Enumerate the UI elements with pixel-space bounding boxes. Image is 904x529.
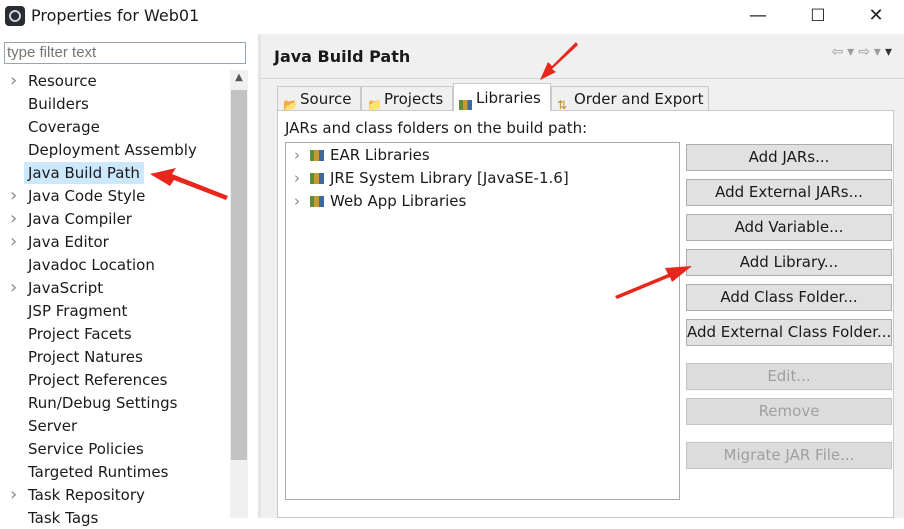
libraries-panel: JARs and class folders on the build path… xyxy=(277,110,894,518)
expand-chevron-icon[interactable]: › xyxy=(10,231,17,253)
nav-item[interactable]: Builders xyxy=(28,93,89,115)
scroll-up-icon[interactable]: ▲ xyxy=(230,72,248,83)
libraries-caption: JARs and class folders on the build path… xyxy=(285,119,588,137)
expand-chevron-icon[interactable]: › xyxy=(294,190,300,212)
property-nav-pane: › Resource Builders Coverage Deployment Asse… xyxy=(0,34,258,527)
nav-item[interactable]: Java Build Path xyxy=(24,162,144,184)
nav-item-label: Coverage xyxy=(28,118,100,136)
add-class-folder-button[interactable]: Add Class Folder... xyxy=(686,284,892,311)
add-library-button[interactable]: Add Library... xyxy=(686,249,892,276)
nav-item[interactable]: Project Facets xyxy=(28,323,132,345)
nav-item[interactable]: Javadoc Location xyxy=(28,254,155,276)
nav-scrollbar[interactable]: ▲ xyxy=(230,70,248,518)
libraries-list[interactable]: › EAR Libraries › JRE System Library [JavaS… xyxy=(285,142,680,500)
library-label: EAR Libraries xyxy=(330,146,430,164)
nav-item[interactable]: Task Tags xyxy=(28,507,98,529)
remove-button[interactable]: Remove xyxy=(686,398,892,425)
nav-item-label: Task Repository xyxy=(28,486,145,504)
library-icon xyxy=(310,196,324,207)
nav-item[interactable]: Run/Debug Settings xyxy=(28,392,177,414)
nav-item-label: JavaScript xyxy=(28,279,104,297)
nav-item[interactable]: Project Natures xyxy=(28,346,143,368)
library-icon xyxy=(310,150,324,161)
nav-item[interactable]: Deployment Assembly xyxy=(28,139,197,161)
filter-input[interactable] xyxy=(4,42,246,64)
property-page: Java Build Path ⇦▾⇨▾▾ 📂 Source 📁 Projects … xyxy=(261,34,904,518)
tab-label: Source xyxy=(300,90,352,108)
maximize-button[interactable]: ☐ xyxy=(788,0,848,34)
expand-chevron-icon[interactable]: › xyxy=(294,144,300,166)
nav-item[interactable]: Service Policies xyxy=(28,438,144,460)
nav-item-label: Java Editor xyxy=(28,233,109,251)
tab-source[interactable]: 📂 Source xyxy=(277,86,361,112)
eclipse-app-icon xyxy=(5,6,25,26)
close-button[interactable]: ✕ xyxy=(846,0,904,34)
menu-icon[interactable]: ▾ xyxy=(885,44,896,60)
tab-projects[interactable]: 📁 Projects xyxy=(361,86,453,112)
tab-label: Libraries xyxy=(476,89,541,107)
add-jars-button[interactable]: Add JARs... xyxy=(686,144,892,171)
nav-item[interactable]: › Resource xyxy=(10,70,97,92)
nav-item[interactable]: › Java Code Style xyxy=(10,185,146,207)
tab-libraries[interactable]: Libraries xyxy=(453,83,551,111)
tab-label: Projects xyxy=(384,90,444,108)
scrollbar-thumb[interactable] xyxy=(231,90,247,460)
expand-chevron-icon[interactable]: › xyxy=(10,70,17,92)
expand-chevron-icon[interactable]: › xyxy=(10,208,17,230)
nav-item-label: Deployment Assembly xyxy=(28,141,197,159)
add-variable-button[interactable]: Add Variable... xyxy=(686,214,892,241)
edit-button[interactable]: Edit... xyxy=(686,363,892,390)
nav-item-label: JSP Fragment xyxy=(28,302,128,320)
migrate-jar-button[interactable]: Migrate JAR File... xyxy=(686,442,892,469)
nav-item-label: Java Compiler xyxy=(28,210,132,228)
nav-item-label: Java Code Style xyxy=(28,187,146,205)
minimize-button[interactable]: — xyxy=(728,0,788,34)
forward-icon[interactable]: ⇨▾ xyxy=(858,44,885,60)
library-label: Web App Libraries xyxy=(330,192,467,210)
window-title: Properties for Web01 xyxy=(31,6,200,25)
nav-item[interactable]: Server xyxy=(28,415,77,437)
nav-item[interactable]: Coverage xyxy=(28,116,100,138)
page-title: Java Build Path xyxy=(274,47,411,66)
tab-order-export[interactable]: ⇅ Order and Export xyxy=(551,86,709,112)
title-bar: Properties for Web01 — ☐ ✕ xyxy=(0,0,904,34)
nav-item-label: Run/Debug Settings xyxy=(28,394,178,412)
nav-item-label: Task Tags xyxy=(28,509,99,527)
nav-item[interactable]: › JavaScript xyxy=(10,277,104,299)
nav-item-label: Server xyxy=(28,417,78,435)
nav-item[interactable]: › Task Repository xyxy=(10,484,145,506)
nav-item[interactable]: JSP Fragment xyxy=(28,300,127,322)
library-item[interactable]: › EAR Libraries xyxy=(294,144,430,166)
nav-item[interactable]: › Java Compiler xyxy=(10,208,132,230)
expand-chevron-icon[interactable]: › xyxy=(10,484,17,506)
nav-item-label: Javadoc Location xyxy=(28,256,155,274)
nav-item-label: Project Natures xyxy=(28,348,143,366)
expand-chevron-icon[interactable]: › xyxy=(10,277,17,299)
expand-chevron-icon[interactable]: › xyxy=(294,167,300,189)
library-item[interactable]: › Web App Libraries xyxy=(294,190,467,212)
library-label: JRE System Library [JavaSE-1.6] xyxy=(330,169,569,187)
nav-item-label: Service Policies xyxy=(28,440,144,458)
nav-item-label: Java Build Path xyxy=(28,164,140,182)
library-item[interactable]: › JRE System Library [JavaSE-1.6] xyxy=(294,167,569,189)
add-external-jars-button[interactable]: Add External JARs... xyxy=(686,179,892,206)
nav-item-label: Resource xyxy=(28,72,97,90)
add-external-class-folder-button[interactable]: Add External Class Folder... xyxy=(686,319,892,346)
nav-item[interactable]: › Java Editor xyxy=(10,231,109,253)
expand-chevron-icon[interactable]: › xyxy=(10,185,17,207)
back-icon[interactable]: ⇦▾ xyxy=(831,44,858,60)
history-nav[interactable]: ⇦▾⇨▾▾ xyxy=(831,44,896,60)
nav-item-label: Project References xyxy=(28,371,168,389)
header-divider xyxy=(261,78,904,79)
libraries-icon xyxy=(459,92,472,120)
nav-item-label: Project Facets xyxy=(28,325,132,343)
library-icon xyxy=(310,173,324,184)
nav-item[interactable]: Targeted Runtimes xyxy=(28,461,168,483)
nav-item-label: Builders xyxy=(28,95,89,113)
nav-item-label: Targeted Runtimes xyxy=(28,463,169,481)
nav-item[interactable]: Project References xyxy=(28,369,167,391)
tab-label: Order and Export xyxy=(574,90,704,108)
